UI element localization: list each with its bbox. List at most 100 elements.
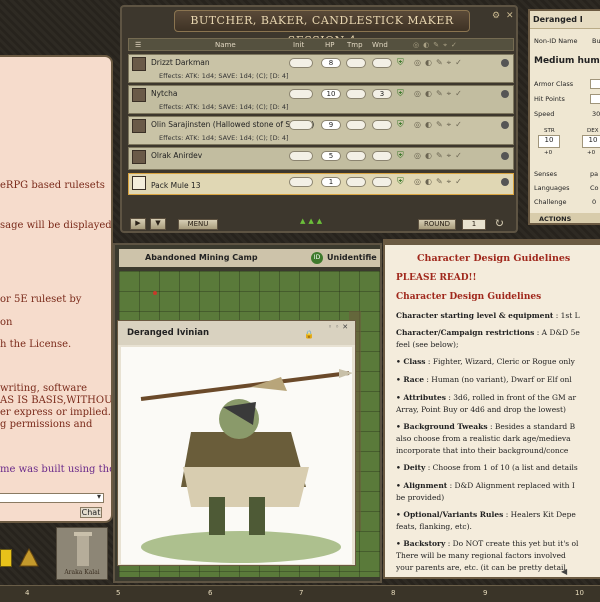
action-icons[interactable]: ◎◐✎⌖✓ — [414, 177, 466, 187]
hotkey-slot[interactable]: 6 — [208, 589, 212, 597]
temp-field[interactable] — [346, 151, 366, 161]
refresh-icon[interactable]: ↻ — [494, 216, 504, 230]
init-field[interactable] — [289, 120, 313, 130]
col-init: Init — [293, 41, 305, 49]
hotkey-slot[interactable]: 8 — [391, 589, 395, 597]
chat-line: me was built using the — [0, 464, 113, 475]
chevron-down-icon[interactable]: ▾ — [97, 492, 101, 501]
str-field[interactable]: 10 — [538, 135, 560, 148]
window-controls-icon[interactable]: ◦◦✕ — [328, 323, 351, 331]
id-toggle-icon[interactable]: ID — [311, 252, 323, 264]
combatant-row[interactable]: Olrak Anirdev 5 ⛨ ◎◐✎⌖✓ — [128, 147, 514, 170]
init-field[interactable] — [289, 89, 313, 99]
menu-dot[interactable] — [501, 121, 509, 129]
round-button[interactable]: ROUND — [418, 219, 456, 230]
avatar[interactable] — [132, 119, 146, 133]
shortcut-button[interactable] — [0, 549, 12, 567]
sidebar-portrait[interactable]: Araka Kalai — [56, 527, 108, 580]
chat-input[interactable]: ▾ — [0, 492, 104, 503]
menu-button[interactable]: MENU — [178, 219, 218, 230]
nonid-value[interactable]: Bu — [592, 37, 600, 45]
chat-send-button[interactable]: Chat — [80, 507, 102, 518]
action-icons[interactable]: ◎◐✎⌖✓ — [414, 151, 466, 161]
chat-line: AS IS BASIS,WITHOUT — [0, 395, 113, 406]
col-temp: Tmp — [347, 41, 363, 49]
avatar[interactable] — [132, 150, 146, 164]
combatant-name[interactable]: Drizzt Darkman — [151, 58, 210, 67]
chat-line: h the License. — [0, 339, 72, 350]
round-counter[interactable]: 1 — [462, 219, 486, 230]
wounds-field[interactable]: 3 — [372, 89, 392, 99]
hp-field[interactable]: 5 — [321, 151, 341, 161]
menu-dot[interactable] — [501, 152, 509, 160]
dex-field[interactable]: 10 — [582, 135, 600, 148]
init-field[interactable] — [289, 58, 313, 68]
menu-dot[interactable] — [501, 90, 509, 98]
hotkey-slot[interactable]: 10 — [575, 589, 584, 597]
chat-line: eRPG based rulesets — [0, 180, 105, 191]
wounds-field[interactable] — [372, 120, 392, 130]
combatant-name[interactable]: Olrak Anirdev — [151, 151, 202, 160]
senses-value[interactable]: pa — [590, 170, 598, 178]
hotkey-slot[interactable]: 5 — [116, 589, 120, 597]
action-icons[interactable]: ◎◐✎⌖✓ — [414, 89, 466, 99]
portrait-caption: Araka Kalai — [64, 569, 100, 576]
hit-points-field[interactable] — [590, 94, 600, 104]
gear-icon[interactable]: ⚙ — [492, 11, 500, 21]
wounds-field[interactable] — [372, 177, 392, 187]
temp-field[interactable] — [346, 58, 366, 68]
armor-class-field[interactable] — [590, 79, 600, 89]
lock-icon[interactable]: 🔒 — [304, 330, 314, 339]
action-icons[interactable]: ◎◐✎⌖✓ — [414, 120, 466, 130]
languages-value[interactable]: Co — [590, 184, 599, 192]
challenge-label: Challenge — [534, 198, 567, 206]
speed-label: Speed — [534, 110, 555, 118]
wounds-field[interactable] — [372, 151, 392, 161]
hp-field[interactable]: 10 — [321, 89, 341, 99]
scroll-left-icon[interactable]: ◀ — [561, 567, 567, 576]
combatant-effects: Effects: ATK: 1d4; SAVE: 1d4; (C); [D: 4… — [159, 134, 289, 142]
list-icon[interactable]: ☰ — [135, 41, 141, 49]
init-field[interactable] — [289, 151, 313, 161]
action-icons[interactable]: ◎◐✎⌖✓ — [413, 41, 461, 50]
shield-icon[interactable]: ⛨ — [397, 58, 404, 68]
combat-tracker: BUTCHER, BAKER, CANDLESTICK MAKER SESSIO… — [120, 5, 518, 233]
shield-icon[interactable]: ⛨ — [397, 89, 404, 99]
hp-field[interactable]: 1 — [321, 177, 341, 187]
next-actor-icon[interactable]: ▶ — [130, 218, 146, 230]
close-icon[interactable]: ✕ — [506, 11, 514, 21]
combatant-row[interactable]: Olin Sarajinsten (Hallowed stone of Sara… — [128, 116, 514, 145]
wounds-field[interactable] — [372, 58, 392, 68]
avatar[interactable] — [132, 176, 146, 190]
chat-line: er express or implied. — [0, 407, 111, 418]
combatant-row[interactable]: Drizzt Darkman Effects: ATK: 1d4; SAVE: … — [128, 54, 514, 83]
menu-dot[interactable] — [501, 59, 509, 67]
action-icons[interactable]: ◎◐✎⌖✓ — [414, 58, 466, 68]
temp-field[interactable] — [346, 120, 366, 130]
chevron-down-icon[interactable]: ▼ — [150, 218, 166, 230]
hotkey-slot[interactable]: 9 — [483, 589, 487, 597]
faction-icons[interactable]: ▲▲▲ — [300, 217, 344, 227]
temp-field[interactable] — [346, 177, 366, 187]
shield-icon[interactable]: ⛨ — [397, 151, 404, 161]
hp-field[interactable]: 9 — [321, 120, 341, 130]
combatant-row[interactable]: Nytcha Effects: ATK: 1d4; SAVE: 1d4; (C)… — [128, 85, 514, 114]
speed-value[interactable]: 30 — [592, 110, 600, 118]
challenge-value[interactable]: 0 — [592, 198, 596, 206]
combatant-name[interactable]: Nytcha — [151, 89, 177, 98]
shield-icon[interactable]: ⛨ — [397, 177, 404, 187]
hp-field[interactable]: 8 — [321, 58, 341, 68]
avatar[interactable] — [132, 57, 146, 71]
combatant-row[interactable]: Pack Mule 13 1 ⛨ ◎◐✎⌖✓ — [128, 173, 514, 195]
avatar[interactable] — [132, 88, 146, 102]
chat-line: writing, software — [0, 383, 88, 394]
init-field[interactable] — [289, 177, 313, 187]
combatant-name[interactable]: Pack Mule 13 — [151, 181, 200, 190]
tower-icon[interactable] — [18, 547, 40, 568]
shield-icon[interactable]: ⛨ — [397, 120, 404, 130]
menu-dot[interactable] — [501, 178, 509, 186]
hotkey-slot[interactable]: 4 — [25, 589, 29, 597]
tower-image — [74, 532, 92, 566]
temp-field[interactable] — [346, 89, 366, 99]
hotkey-slot[interactable]: 7 — [299, 589, 303, 597]
